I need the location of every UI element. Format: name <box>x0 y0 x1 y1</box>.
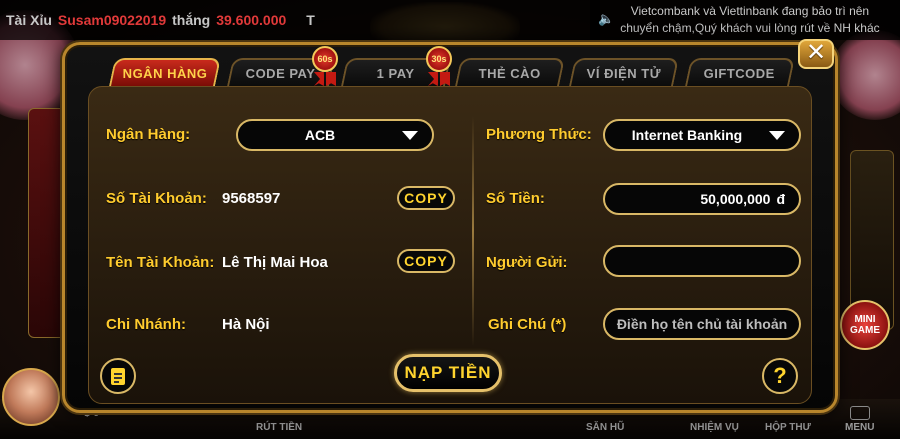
mini-game-label-1: MINI <box>854 314 876 325</box>
ticker-amount: 39.600.000 <box>216 12 287 28</box>
chevron-down-icon <box>769 130 785 140</box>
menu-icon <box>849 406 870 420</box>
ticker-word: thắng <box>172 12 211 28</box>
chevron-down-icon <box>402 130 418 140</box>
amount-label: Số Tiền: <box>486 190 545 207</box>
tab-scratch-card-label: THẺ CÀO <box>478 65 541 81</box>
nav-jackpot[interactable]: SĂN HŨ <box>586 422 624 433</box>
sender-field[interactable] <box>603 245 801 277</box>
tab-giftcode-label: GIFTCODE <box>704 65 776 81</box>
method-label: Phương Thức: <box>486 126 592 143</box>
bank-label: Ngân Hàng: <box>106 126 191 143</box>
close-button[interactable]: ✕ <box>798 39 834 69</box>
nav-missions[interactable]: NHIỆM VỤ <box>690 422 739 433</box>
question-icon: ? <box>773 363 787 388</box>
ticker-game: Tài Xỉu <box>6 12 52 28</box>
copy-account-number-button[interactable]: COPY <box>397 186 455 210</box>
notice-line-2: chuyển chậm,Quý khách vui lòng rút về NH… <box>620 21 880 35</box>
nav-withdraw[interactable]: RÚT TIỀN <box>256 422 302 433</box>
mini-game-label-2: GAME <box>850 325 880 336</box>
sender-input[interactable] <box>605 253 799 269</box>
tab-e-wallet-label: VÍ ĐIỆN TỬ <box>586 65 661 81</box>
deposit-button-label: NẠP TIỀN <box>404 363 492 382</box>
bank-select-value: ACB <box>304 127 336 143</box>
note-label: Ghi Chú (*) <box>488 316 567 333</box>
tab-e-wallet[interactable]: VÍ ĐIỆN TỬ <box>569 58 679 86</box>
branch-label: Chi Nhánh: <box>106 316 186 333</box>
win-ticker: Tài Xỉu Susam09022019 thắng 39.600.000 T <box>0 0 600 40</box>
one-pay-timer-text: 30s <box>431 54 447 64</box>
nav-mailbox-label: HỘP THƯ <box>765 422 811 433</box>
copy-label: COPY <box>404 253 448 269</box>
tab-bank-label: NGÂN HÀNG <box>122 65 208 81</box>
account-number-value: 9568597 <box>222 190 281 207</box>
currency-symbol: đ <box>776 191 785 207</box>
nav-menu-label: MENU <box>845 422 875 433</box>
tab-bank[interactable]: NGÂN HÀNG <box>109 58 221 86</box>
close-icon: ✕ <box>805 39 827 66</box>
bank-select[interactable]: ACB <box>236 119 434 151</box>
column-divider <box>472 116 474 346</box>
amount-field[interactable]: đ <box>603 183 801 215</box>
ticker-trailing: T <box>306 12 315 28</box>
mini-game-button[interactable]: MINI GAME <box>840 300 890 350</box>
note-input[interactable] <box>605 316 799 332</box>
amount-input[interactable] <box>605 191 777 207</box>
avatar[interactable] <box>2 368 60 426</box>
copy-label: COPY <box>404 190 448 206</box>
method-select[interactable]: Internet Banking <box>603 119 801 151</box>
method-select-value: Internet Banking <box>631 127 743 143</box>
history-button[interactable] <box>100 358 136 394</box>
nav-jackpot-label: SĂN HŨ <box>586 422 625 433</box>
account-name-label: Tên Tài Khoản: <box>106 254 215 271</box>
tab-1-pay-label: 1 PAY <box>376 65 415 81</box>
ticker-user: Susam09022019 <box>57 12 167 28</box>
account-name-value: Lê Thị Mai Hoa <box>222 254 328 271</box>
speaker-icon: 🔈 <box>598 11 615 26</box>
document-icon <box>111 367 125 385</box>
nav-missions-label: NHIỆM VỤ <box>690 422 739 433</box>
deposit-tabs: NGÂN HÀNG CODE PAY 1 PAY THẺ CÀO VÍ ĐIỆN… <box>109 58 795 86</box>
help-button[interactable]: ? <box>762 358 798 394</box>
one-pay-timer-badge: 30s <box>426 46 452 72</box>
copy-account-name-button[interactable]: COPY <box>397 249 455 273</box>
maintenance-notice: 🔈 Vietcombank và Viettinbank đang bảo tr… <box>590 0 900 40</box>
nav-withdraw-label: RÚT TIỀN <box>256 422 303 433</box>
note-field[interactable] <box>603 308 801 340</box>
sender-label: Người Gửi: <box>486 254 568 271</box>
nav-mailbox[interactable]: HỘP THƯ <box>765 422 811 433</box>
deposit-button[interactable]: NẠP TIỀN <box>394 354 502 392</box>
tab-giftcode[interactable]: GIFTCODE <box>685 58 795 86</box>
code-pay-timer-text: 60s <box>317 54 333 64</box>
tab-code-pay-label: CODE PAY <box>245 65 316 81</box>
branch-value: Hà Nội <box>222 316 270 333</box>
account-number-label: Số Tài Khoản: <box>106 190 207 207</box>
notice-line-1: Vietcombank và Viettinbank đang bảo trì … <box>630 4 870 18</box>
nav-menu[interactable]: MENU <box>845 406 874 433</box>
tab-scratch-card[interactable]: THẺ CÀO <box>455 58 565 86</box>
code-pay-timer-badge: 60s <box>312 46 338 72</box>
